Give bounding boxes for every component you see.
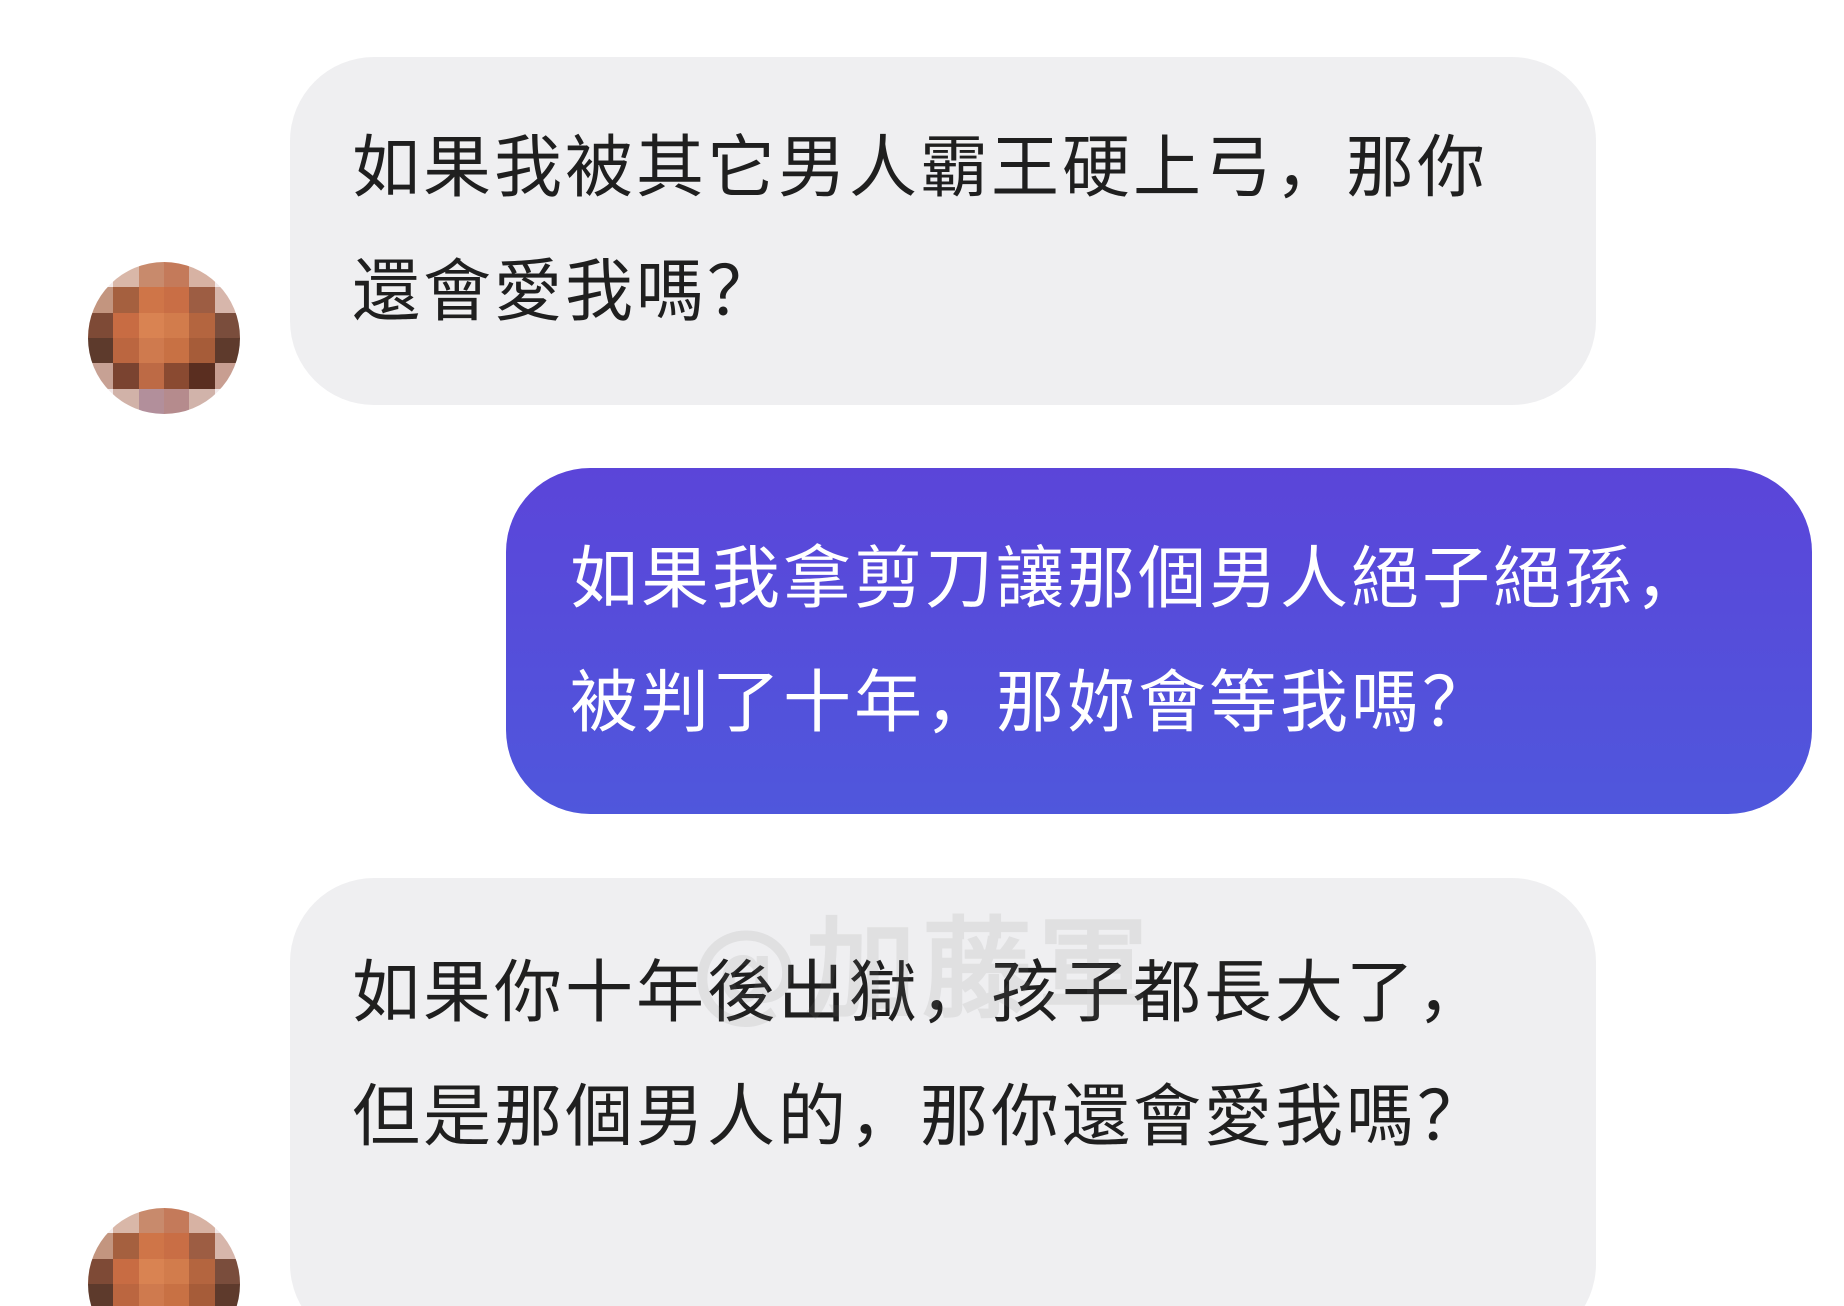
avatar[interactable] bbox=[88, 262, 240, 414]
chat-thread: 如果我被其它男人霸王硬上弓，那你還會愛我嗎？ 如果我拿剪刀讓那個男人絕子絕孫，被… bbox=[0, 0, 1844, 1306]
message-bubble-outgoing[interactable]: 如果我拿剪刀讓那個男人絕子絕孫，被判了十年，那妳會等我嗎？ bbox=[506, 468, 1812, 814]
message-bubble-incoming[interactable]: 如果我被其它男人霸王硬上弓，那你還會愛我嗎？ bbox=[290, 57, 1596, 405]
watermark: @加藤軍 bbox=[690, 906, 1154, 1034]
message-text: 如果我被其它男人霸王硬上弓，那你還會愛我嗎？ bbox=[352, 129, 1489, 332]
avatar[interactable] bbox=[88, 1208, 240, 1306]
message-text: 如果我拿剪刀讓那個男人絕子絕孫，被判了十年，那妳會等我嗎？ bbox=[570, 540, 1707, 743]
